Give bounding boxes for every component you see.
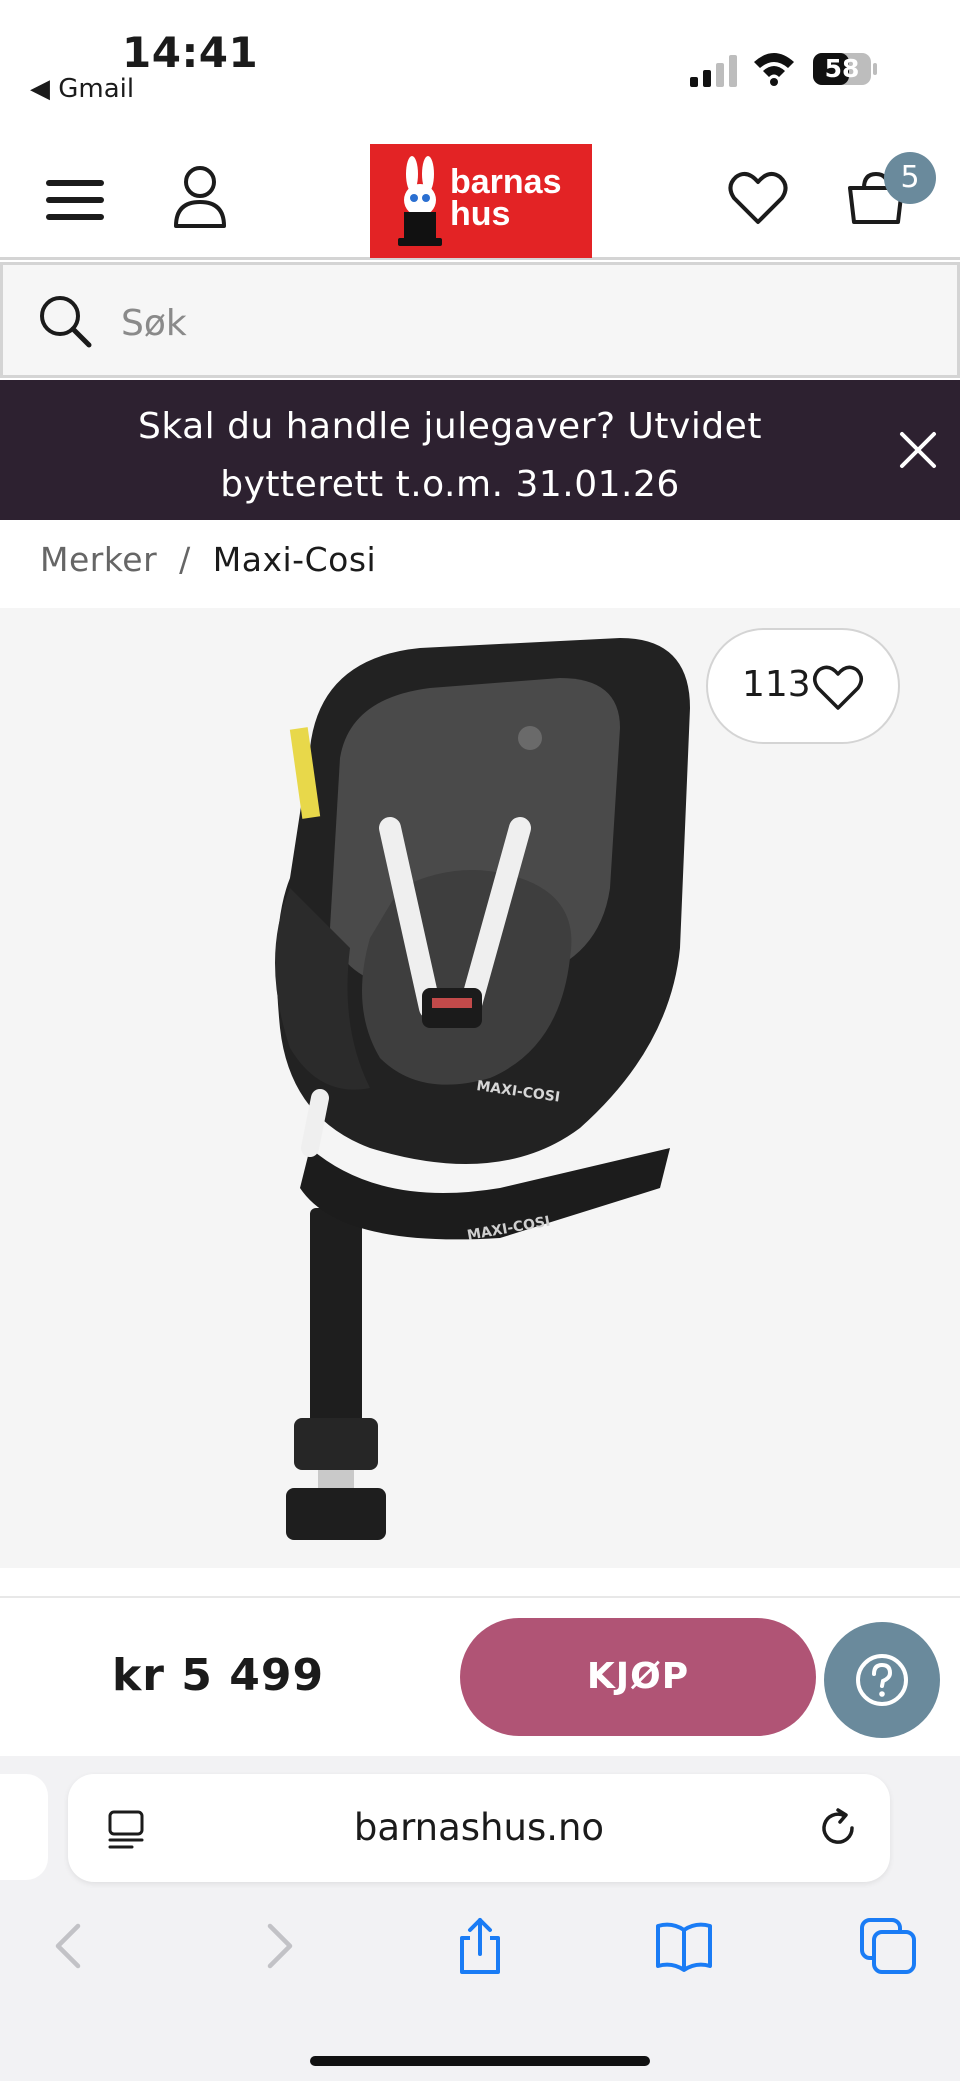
status-bar: 14:41 ◀ Gmail 58 (0, 0, 960, 130)
previous-tab-preview[interactable] (0, 1774, 48, 1880)
heart-icon (813, 665, 863, 710)
wishlist-heart-icon[interactable] (728, 170, 788, 226)
rabbit-hat-logo-icon (398, 156, 442, 246)
browser-toolbar: barnashus.no (0, 1756, 960, 2081)
url-text: barnashus.no (353, 1806, 605, 1849)
search-icon (40, 296, 92, 348)
breadcrumb-link-merker[interactable]: Merker (40, 540, 157, 579)
battery-level: 58 (824, 54, 860, 83)
product-gallery[interactable]: MAXI-COSI MAXI-COSI (0, 608, 960, 1568)
battery-icon: 58 (812, 52, 878, 86)
breadcrumb-current: Maxi-Cosi (212, 540, 377, 579)
search-bar (0, 262, 960, 378)
logo-text-line2: hus (450, 195, 511, 233)
buy-button[interactable]: KJØP (460, 1618, 816, 1736)
question-mark-icon (856, 1654, 908, 1706)
forward-arrow-icon[interactable] (248, 1916, 308, 1976)
favorite-count: 113 (742, 664, 811, 705)
search-input[interactable] (121, 295, 901, 351)
promo-banner: Skal du handle julegaver? Utvidet bytter… (0, 380, 960, 520)
status-time: 14:41 (122, 28, 259, 77)
product-price: kr 5 499 (112, 1650, 325, 1701)
promo-banner-text: Skal du handle julegaver? Utvidet bytter… (138, 406, 762, 505)
help-button[interactable] (824, 1622, 940, 1738)
purchase-bar: kr 5 499 KJØP (0, 1596, 960, 1754)
home-indicator (310, 2056, 650, 2066)
car-seat-product-image[interactable]: MAXI-COSI MAXI-COSI (200, 628, 720, 1548)
favorite-button[interactable]: 113 (706, 628, 900, 744)
close-icon[interactable] (896, 428, 940, 472)
site-header: barnas hus 5 (0, 130, 960, 260)
wifi-icon (754, 53, 794, 86)
breadcrumb-separator: / (179, 540, 191, 579)
tabs-icon[interactable] (858, 1916, 918, 1976)
address-bar[interactable]: barnashus.no (68, 1774, 890, 1882)
back-to-app-link[interactable]: ◀ Gmail (30, 74, 134, 104)
back-arrow-icon[interactable] (40, 1916, 100, 1976)
account-icon[interactable] (172, 164, 228, 228)
cart-count-badge: 5 (884, 152, 936, 204)
cellular-signal-icon (690, 55, 737, 87)
logo-text-line1: barnas (450, 163, 562, 201)
barnashus-logo[interactable]: barnas hus (370, 144, 592, 258)
share-icon[interactable] (450, 1916, 510, 1976)
breadcrumb: Merker / Maxi-Cosi (40, 540, 376, 579)
menu-button[interactable] (40, 172, 110, 228)
reload-icon[interactable] (816, 1806, 860, 1850)
bookmarks-icon[interactable] (654, 1916, 714, 1976)
